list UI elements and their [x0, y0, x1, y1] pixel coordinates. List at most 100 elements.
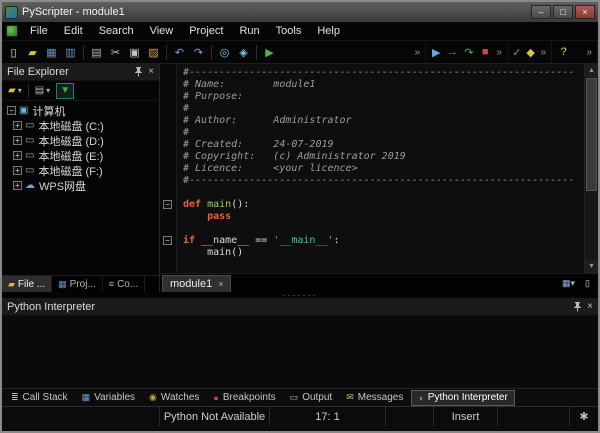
- close-panel-icon[interactable]: ×: [587, 302, 593, 312]
- gear-icon[interactable]: ✱: [570, 407, 598, 426]
- dock-tab-messages[interactable]: ✉Messages: [340, 390, 409, 406]
- close-panel-icon[interactable]: ×: [148, 67, 154, 77]
- print-icon[interactable]: ▤: [87, 43, 106, 61]
- title-bar[interactable]: PyScripter - module1 – □ ×: [2, 2, 598, 22]
- toolbar-overflow-chevron[interactable]: »: [411, 47, 423, 58]
- paste-icon[interactable]: ▨: [144, 43, 163, 61]
- debug-icon[interactable]: ▶: [428, 43, 444, 61]
- code-fold-icon[interactable]: −: [163, 236, 172, 245]
- explorer-tab-label: Proj...: [70, 279, 96, 290]
- expand-icon[interactable]: +: [13, 166, 22, 175]
- caret-position: 17: 1: [270, 407, 386, 426]
- dock-tab-watches[interactable]: ◉Watches: [143, 390, 205, 406]
- menu-help[interactable]: Help: [309, 22, 348, 41]
- expand-icon[interactable]: +: [13, 151, 22, 160]
- undo-icon[interactable]: ↶: [170, 43, 189, 61]
- view-options-button[interactable]: ▤▾: [32, 83, 53, 99]
- dock-tab-breakpoints[interactable]: ●Breakpoints: [207, 390, 281, 406]
- open-file-icon[interactable]: ▰: [23, 43, 42, 61]
- tab-module1[interactable]: module1 ×: [162, 275, 231, 292]
- tree-item[interactable]: +▭本地磁盘 (C:): [2, 118, 159, 133]
- cloud-icon: ☁: [25, 180, 35, 191]
- run-icon[interactable]: ▶: [260, 43, 279, 61]
- tree-item[interactable]: +☁WPS网盘: [2, 178, 159, 193]
- redo-icon[interactable]: ↷: [189, 43, 208, 61]
- menu-run[interactable]: Run: [231, 22, 267, 41]
- menu-edit[interactable]: Edit: [56, 22, 91, 41]
- scroll-down-icon[interactable]: ▼: [585, 260, 598, 273]
- filter-button[interactable]: ▼: [56, 83, 74, 99]
- toolbar-separator: [166, 45, 167, 60]
- breakpoints-icon: ●: [213, 393, 218, 403]
- tree-item[interactable]: +▭本地磁盘 (E:): [2, 148, 159, 163]
- stop-icon[interactable]: ■: [477, 43, 493, 61]
- editor-tabbar-icons: ▦▾ ▯: [562, 274, 596, 292]
- tree-item[interactable]: +▭本地磁盘 (F:): [2, 163, 159, 178]
- cut-icon[interactable]: ✂: [106, 43, 125, 61]
- explorer-tab-file[interactable]: ▰File ...: [2, 276, 52, 292]
- new-file-icon[interactable]: ▯: [4, 43, 23, 61]
- copy-icon[interactable]: ▣: [125, 43, 144, 61]
- code-token: # Licence: <your licence>: [183, 163, 358, 174]
- toolbar-separator: [211, 45, 212, 60]
- editor-vertical-scrollbar[interactable]: ▲ ▼: [584, 64, 598, 273]
- step-into-icon[interactable]: →: [444, 43, 460, 61]
- dock-tab-call-stack[interactable]: ≣Call Stack: [5, 390, 74, 406]
- scroll-up-icon[interactable]: ▲: [585, 64, 598, 77]
- code-fold-icon[interactable]: −: [163, 200, 172, 209]
- dock-tab-label: Variables: [94, 392, 135, 403]
- tab-close-icon[interactable]: ×: [218, 279, 223, 289]
- expand-icon[interactable]: +: [13, 136, 22, 145]
- pin-icon[interactable]: [573, 302, 582, 312]
- toolbar-overflow-chevron[interactable]: »: [583, 47, 595, 58]
- explorer-tab-proj[interactable]: ▦Proj...: [52, 276, 103, 292]
- save-all-icon[interactable]: ▥: [61, 43, 80, 61]
- new-module-button-icon[interactable]: ▯: [585, 274, 590, 292]
- editor-gutter[interactable]: −−: [160, 64, 177, 273]
- explorer-tab-co[interactable]: ≡Co...: [103, 276, 145, 292]
- dock-tab-output[interactable]: ▭Output: [284, 390, 339, 406]
- folder-select-button[interactable]: ▰▾: [5, 83, 25, 99]
- syntax-check-icon[interactable]: ✓: [510, 43, 524, 61]
- pin-icon[interactable]: [134, 67, 143, 77]
- code-line: def main():: [183, 199, 584, 211]
- menu-project[interactable]: Project: [181, 22, 231, 41]
- scrollbar-track[interactable]: [585, 77, 598, 260]
- dock-tab-python-interpreter[interactable]: ◗Python Interpreter: [411, 390, 514, 406]
- maximize-button[interactable]: □: [553, 5, 573, 19]
- save-file-icon[interactable]: ▦: [42, 43, 61, 61]
- menu-file[interactable]: File: [22, 22, 56, 41]
- tree-item[interactable]: +▭本地磁盘 (D:): [2, 133, 159, 148]
- call-stack-icon: ≣: [11, 392, 19, 403]
- menu-view[interactable]: View: [142, 22, 182, 41]
- editor-list-dropdown-icon[interactable]: ▦▾: [562, 274, 575, 292]
- expand-icon[interactable]: +: [13, 121, 22, 130]
- file-explorer-toolbar: ▰▾ ▤▾▼: [2, 81, 159, 101]
- toolbar-overflow-chevron[interactable]: »: [493, 47, 505, 58]
- info-icon[interactable]: ◆: [524, 43, 538, 61]
- menu-tools[interactable]: Tools: [268, 22, 310, 41]
- code-editor[interactable]: #---------------------------------------…: [177, 64, 584, 273]
- code-line: [183, 187, 584, 199]
- toolbar-overflow-chevron[interactable]: »: [537, 47, 549, 58]
- code-token: #---------------------------------------…: [183, 67, 574, 78]
- minimize-button[interactable]: –: [531, 5, 551, 19]
- code-token: # Purpose:: [183, 91, 243, 102]
- menu-search[interactable]: Search: [91, 22, 142, 41]
- dock-tab-variables[interactable]: ▦Variables: [76, 390, 141, 406]
- dock-tab-bar: ≣Call Stack▦Variables◉Watches●Breakpoint…: [2, 388, 598, 406]
- status-bar: Python Not Available 17: 1 Insert ✱: [2, 406, 598, 426]
- interpreter-console[interactable]: [2, 316, 598, 388]
- expand-icon[interactable]: +: [13, 181, 22, 190]
- close-button[interactable]: ×: [575, 5, 595, 19]
- step-over-icon[interactable]: ↷: [461, 43, 477, 61]
- tree-item[interactable]: −▣计算机: [2, 103, 159, 118]
- replace-icon[interactable]: ◈: [234, 43, 253, 61]
- scrollbar-thumb[interactable]: [586, 78, 597, 191]
- code-line: # Copyright: (c) Administrator 2019: [183, 151, 584, 163]
- collapse-icon[interactable]: −: [7, 106, 16, 115]
- status-spacer: [386, 407, 434, 426]
- file-explorer-tree: −▣计算机+▭本地磁盘 (C:)+▭本地磁盘 (D:)+▭本地磁盘 (E:)+▭…: [2, 101, 159, 275]
- help-icon[interactable]: ?: [554, 43, 573, 61]
- find-icon[interactable]: ◎: [215, 43, 234, 61]
